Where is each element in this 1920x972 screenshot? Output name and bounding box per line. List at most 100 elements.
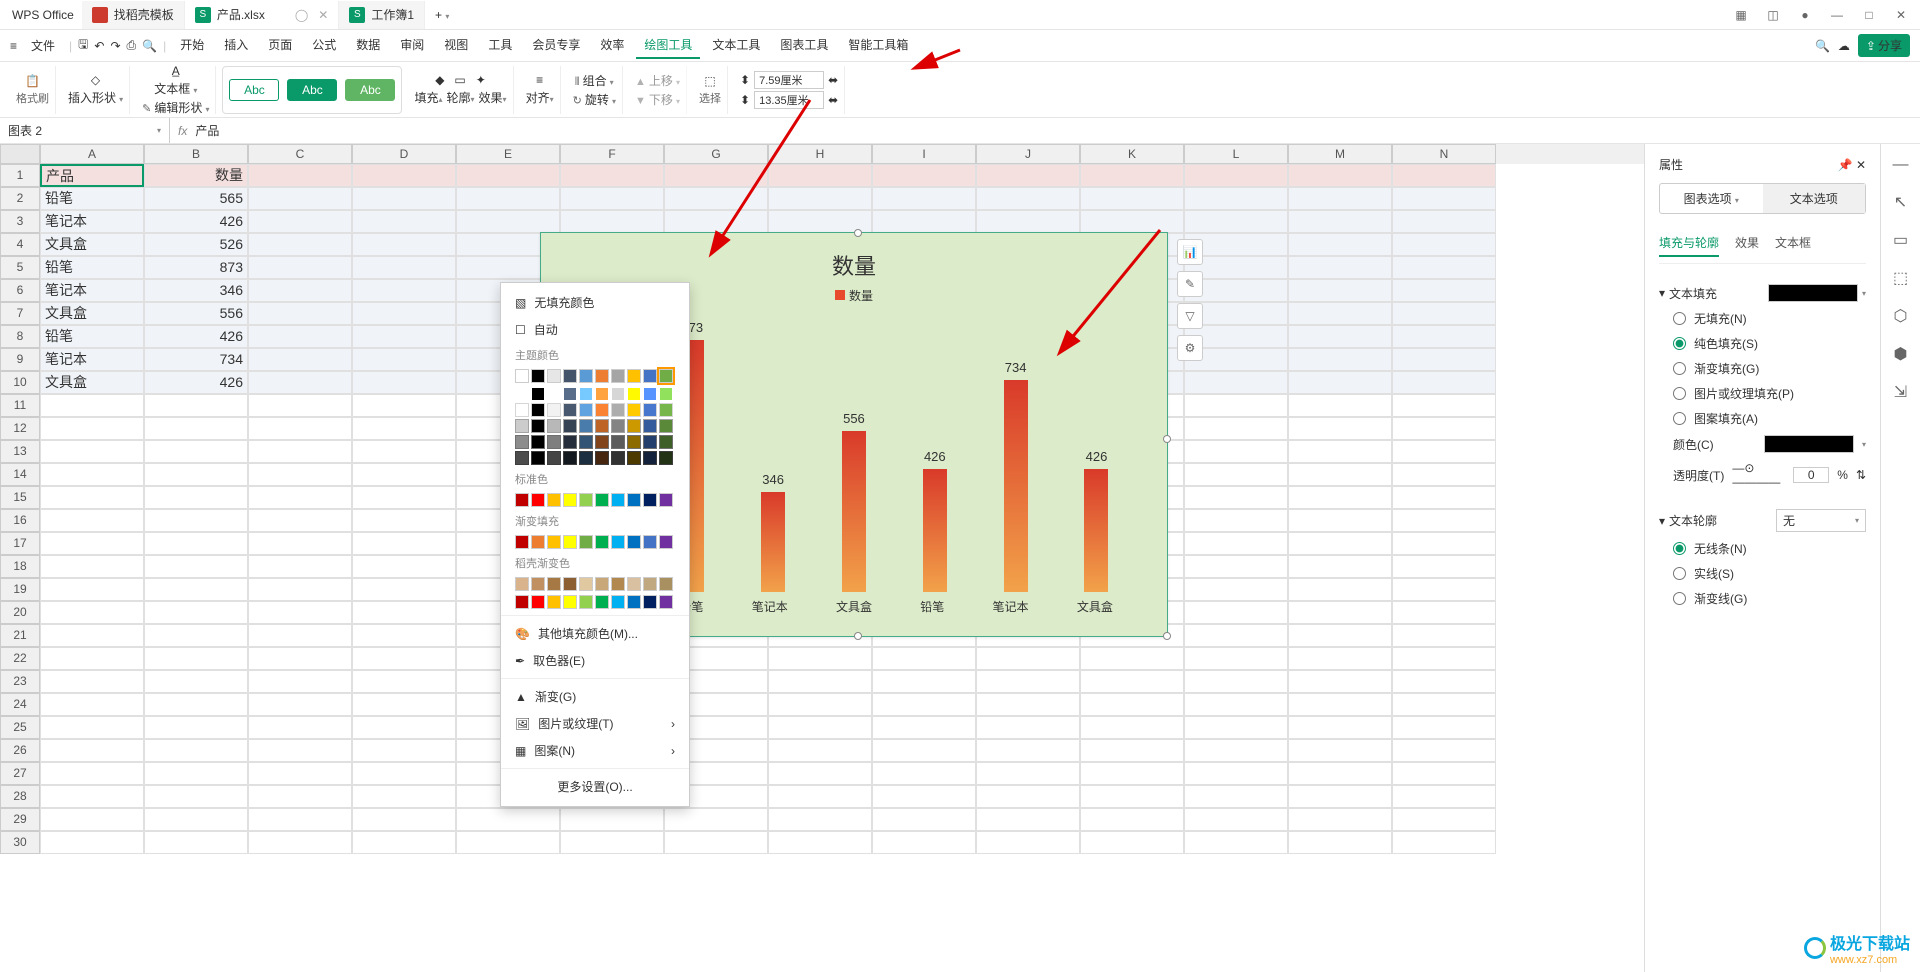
color-swatch[interactable]: [579, 451, 593, 465]
cell[interactable]: [144, 739, 248, 762]
cell[interactable]: [40, 601, 144, 624]
cell[interactable]: [144, 601, 248, 624]
color-swatch[interactable]: [627, 435, 641, 449]
cell[interactable]: [1392, 417, 1496, 440]
cell[interactable]: [1288, 716, 1392, 739]
fill-icon[interactable]: ◆: [435, 73, 444, 87]
cell[interactable]: [1080, 831, 1184, 854]
cell[interactable]: [560, 831, 664, 854]
cell[interactable]: [768, 831, 872, 854]
file-menu[interactable]: 文件: [23, 33, 63, 58]
cell[interactable]: [352, 831, 456, 854]
color-swatch[interactable]: [579, 535, 593, 549]
cell[interactable]: [1288, 785, 1392, 808]
cell[interactable]: [352, 670, 456, 693]
cell[interactable]: 426: [144, 325, 248, 348]
select-icon[interactable]: ⬚: [704, 74, 715, 88]
menu-公式[interactable]: 公式: [304, 32, 344, 59]
color-swatch[interactable]: [515, 403, 529, 417]
cell[interactable]: [248, 210, 352, 233]
cell[interactable]: 346: [144, 279, 248, 302]
color-swatch[interactable]: [563, 451, 577, 465]
cell[interactable]: [456, 164, 560, 187]
cell[interactable]: [1392, 716, 1496, 739]
cell[interactable]: [144, 463, 248, 486]
cell[interactable]: [248, 624, 352, 647]
avatar-icon[interactable]: ●: [1796, 8, 1814, 22]
color-swatch[interactable]: [531, 403, 545, 417]
cell[interactable]: [1080, 762, 1184, 785]
cell[interactable]: [352, 348, 456, 371]
side-collapse-icon[interactable]: —: [1893, 156, 1909, 174]
outline-radio[interactable]: [1673, 542, 1686, 555]
row-header[interactable]: 3: [0, 210, 40, 233]
cell[interactable]: [40, 578, 144, 601]
row-header[interactable]: 4: [0, 233, 40, 256]
cell[interactable]: [352, 762, 456, 785]
cell[interactable]: [768, 716, 872, 739]
cell[interactable]: [456, 831, 560, 854]
cell[interactable]: [40, 716, 144, 739]
cell[interactable]: 产品: [40, 164, 144, 187]
select-all-corner[interactable]: [0, 144, 40, 164]
cell[interactable]: [352, 624, 456, 647]
cell[interactable]: [768, 808, 872, 831]
cell[interactable]: [1288, 417, 1392, 440]
undo-icon[interactable]: ↶: [94, 39, 104, 53]
color-swatch[interactable]: [531, 419, 545, 433]
color-swatch[interactable]: [563, 387, 577, 401]
menu-绘图工具[interactable]: 绘图工具: [636, 32, 700, 59]
color-swatch[interactable]: [643, 419, 657, 433]
color-swatch[interactable]: [515, 451, 529, 465]
color-swatch[interactable]: [627, 403, 641, 417]
cell[interactable]: [872, 210, 976, 233]
color-swatch[interactable]: [579, 419, 593, 433]
cell[interactable]: [1080, 716, 1184, 739]
cell[interactable]: [248, 785, 352, 808]
menu-会员专享[interactable]: 会员专享: [524, 32, 588, 59]
cell[interactable]: 笔记本: [40, 210, 144, 233]
color-swatch[interactable]: [627, 419, 641, 433]
cell[interactable]: [248, 601, 352, 624]
cell[interactable]: [1080, 808, 1184, 831]
color-swatch[interactable]: [659, 451, 673, 465]
cell[interactable]: [248, 302, 352, 325]
cell[interactable]: [1288, 555, 1392, 578]
cell[interactable]: [1288, 164, 1392, 187]
color-swatch[interactable]: [547, 435, 561, 449]
cell[interactable]: [560, 210, 664, 233]
color-swatch[interactable]: [595, 577, 609, 591]
row-header[interactable]: 9: [0, 348, 40, 371]
color-swatch[interactable]: [595, 451, 609, 465]
pin-icon[interactable]: 📌: [1838, 158, 1853, 172]
cell[interactable]: [768, 164, 872, 187]
color-swatch[interactable]: [547, 595, 561, 609]
color-swatch[interactable]: [611, 435, 625, 449]
chart-bar[interactable]: 426: [1084, 469, 1108, 592]
seg-text-options[interactable]: 文本选项: [1763, 184, 1866, 213]
cell[interactable]: [248, 256, 352, 279]
menu-效率[interactable]: 效率: [592, 32, 632, 59]
cell[interactable]: [40, 417, 144, 440]
cell[interactable]: [1080, 187, 1184, 210]
cell[interactable]: [248, 325, 352, 348]
fill-radio[interactable]: [1673, 312, 1686, 325]
gradient-option[interactable]: ▲渐变(G): [501, 683, 689, 710]
row-header[interactable]: 8: [0, 325, 40, 348]
text-fill-header[interactable]: ▾ 文本填充▾: [1659, 280, 1866, 306]
maximize-button[interactable]: □: [1860, 8, 1878, 22]
color-swatch[interactable]: [659, 595, 673, 609]
color-swatch[interactable]: [595, 493, 609, 507]
cell[interactable]: [144, 808, 248, 831]
col-header[interactable]: N: [1392, 144, 1496, 164]
color-swatch[interactable]: [643, 387, 657, 401]
cell[interactable]: [456, 210, 560, 233]
color-swatch[interactable]: [627, 535, 641, 549]
cell[interactable]: 铅笔: [40, 187, 144, 210]
cell[interactable]: [1080, 739, 1184, 762]
close-button[interactable]: ✕: [1892, 8, 1910, 22]
cell[interactable]: [144, 394, 248, 417]
cell[interactable]: [352, 716, 456, 739]
cell[interactable]: [1392, 210, 1496, 233]
color-swatch[interactable]: [563, 403, 577, 417]
